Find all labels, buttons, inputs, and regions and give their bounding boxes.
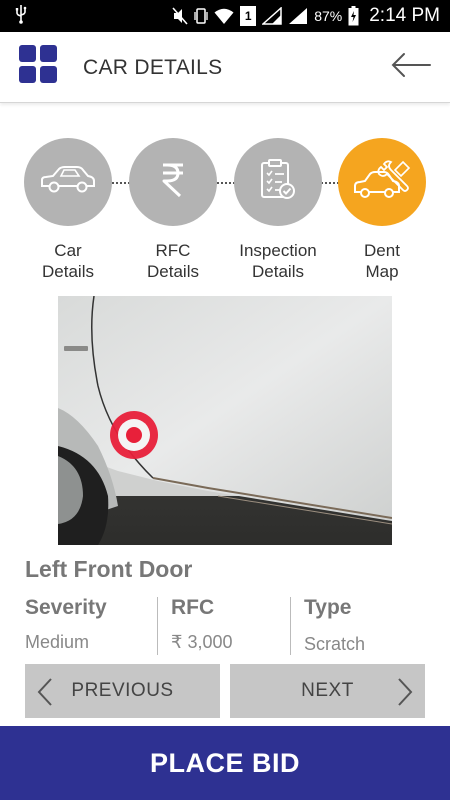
clipboard-check-icon [258,158,298,207]
step-label: Details [147,262,199,281]
step-label: RFC [155,241,191,260]
place-bid-button[interactable]: PLACE BID [0,726,450,800]
step-label: Map [365,262,399,281]
step-progress: Car Details RFC Details Inspection Detai… [0,138,450,288]
severity-label: Severity [25,596,107,619]
battery-charging-icon [348,6,359,26]
step-label: Dent [364,241,400,260]
rupee-icon [160,162,186,203]
rfc-label: RFC [171,596,215,619]
step-circle [338,138,426,226]
step-label: Details [42,262,94,281]
clock: 2:14 PM [369,5,440,26]
step-rfc-details[interactable]: RFC Details [128,138,218,282]
step-inspection-details[interactable]: Inspection Details [233,138,323,282]
type-block: Type Scratch [304,596,365,656]
sim-icon: 1 [240,6,257,26]
step-circle [234,138,322,226]
back-arrow-icon[interactable] [390,50,432,80]
chevron-right-icon [395,677,415,713]
step-circle [24,138,112,226]
divider [157,597,158,655]
battery-percent: 87% [314,8,343,24]
car-repair-icon [351,158,413,207]
previous-label: PREVIOUS [71,680,174,701]
severity-value: Medium [25,632,90,652]
type-label: Type [304,596,352,619]
car-icon [39,165,97,200]
grid-menu-icon[interactable] [19,45,57,83]
status-bar: 1 87% 2:14 PM [0,0,450,32]
step-label: Inspection [239,241,317,260]
previous-button[interactable]: PREVIOUS [25,664,220,718]
next-button[interactable]: NEXT [230,664,425,718]
rfc-block: RFC ₹ 3,000 [171,596,233,656]
page-title: CAR DETAILS [83,56,223,79]
target-marker-icon[interactable] [107,408,161,462]
step-car-details[interactable]: Car Details [23,138,113,282]
wifi-icon [214,7,234,25]
step-circle [129,138,217,226]
step-label: Car [54,241,82,260]
rfc-value: ₹ 3,000 [171,632,233,652]
usb-icon [14,4,28,29]
chevron-left-icon [35,677,55,713]
type-value: Scratch [304,634,366,654]
signal-icon [262,7,282,25]
mute-icon [172,7,188,25]
damaged-part-name: Left Front Door [25,556,193,582]
signal-icon [288,7,308,25]
divider [290,597,291,655]
vibrate-icon [194,7,208,25]
next-label: NEXT [301,680,354,701]
app-header: CAR DETAILS [0,32,450,103]
severity-block: Severity Medium [25,596,107,656]
step-dent-map[interactable]: Dent Map [337,138,427,282]
step-label: Details [252,262,304,281]
